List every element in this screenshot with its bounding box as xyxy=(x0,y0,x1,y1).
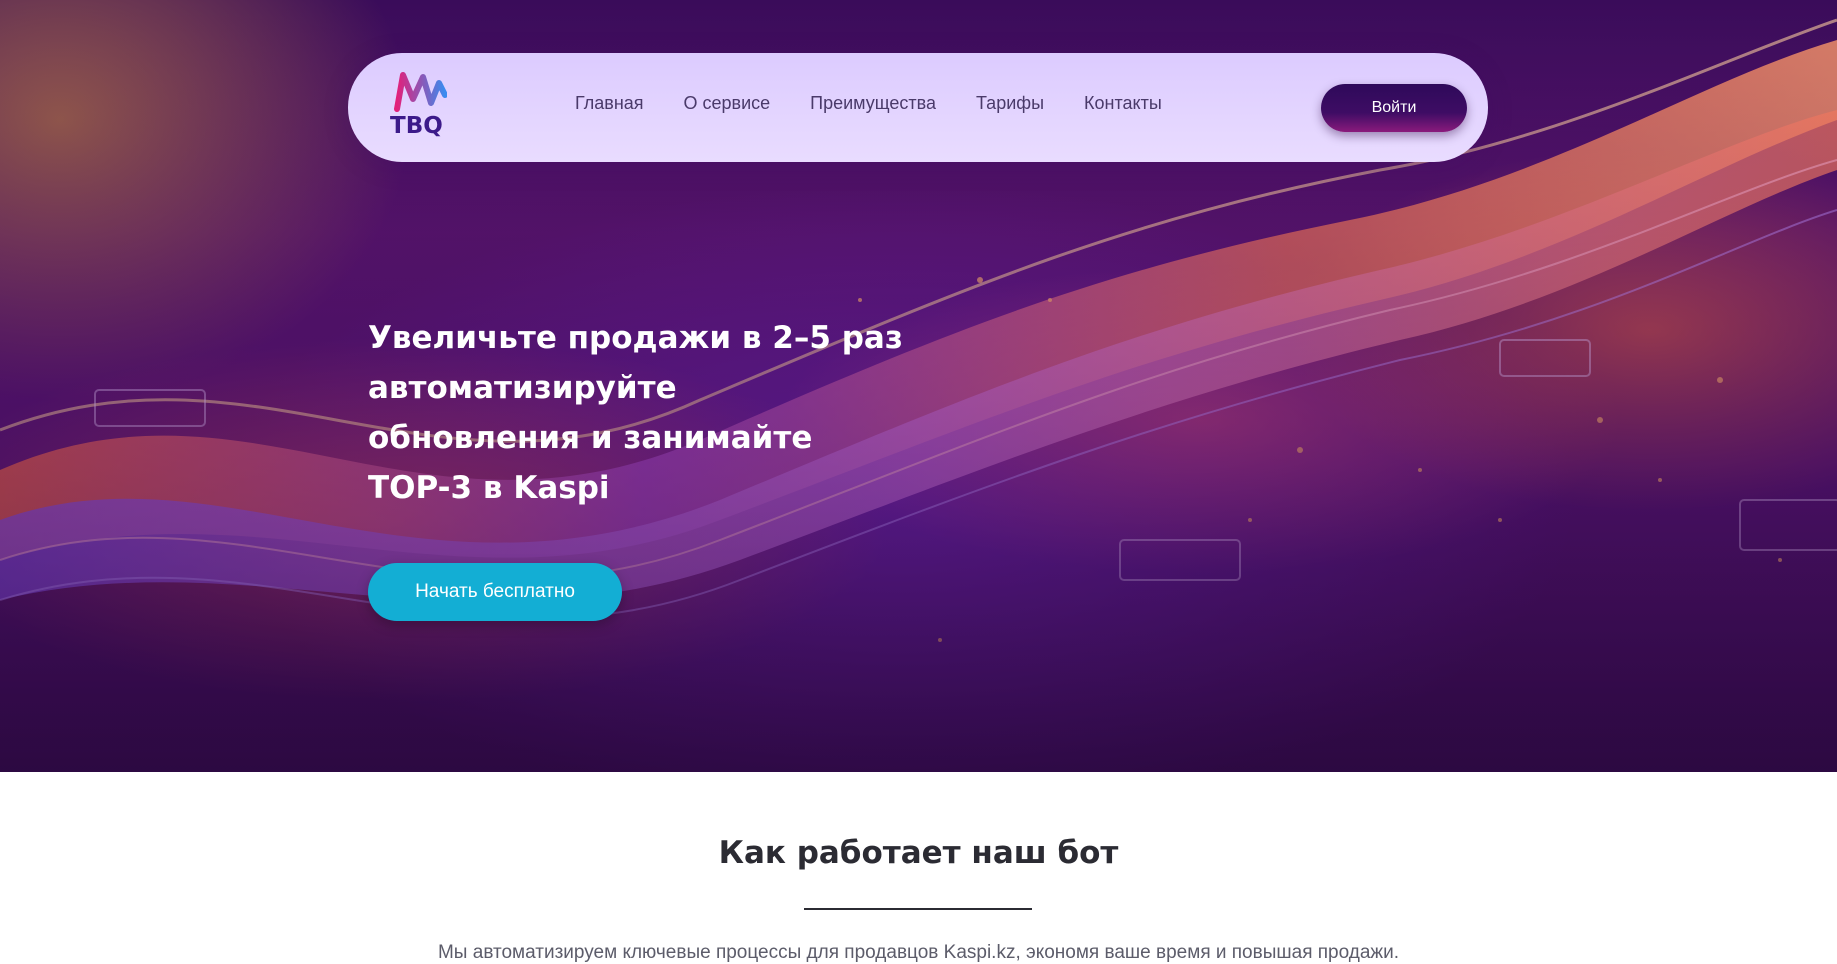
navbar: TBQ Главная О сервисе Преимущества Тариф… xyxy=(348,53,1488,162)
nav-item-advantages[interactable]: Преимущества xyxy=(810,93,936,114)
main-nav: Главная О сервисе Преимущества Тарифы Ко… xyxy=(575,93,1162,114)
hero-title-line: обновления и занимайте xyxy=(368,420,813,456)
hero-title-line: TOP-3 в Kaspi xyxy=(368,470,610,506)
hero-title-line: автоматизируйте xyxy=(368,370,677,406)
section-description: Мы автоматизируем ключевые процессы для … xyxy=(437,942,1400,963)
hero-section: TBQ Главная О сервисе Преимущества Тариф… xyxy=(0,0,1837,772)
hero-title-line: Увеличьте продажи в 2–5 раз xyxy=(368,320,903,356)
logo-wave-icon xyxy=(394,72,447,112)
start-free-button[interactable]: Начать бесплатно xyxy=(368,563,622,621)
logo[interactable]: TBQ xyxy=(390,69,450,147)
nav-item-home[interactable]: Главная xyxy=(575,93,644,114)
login-button[interactable]: Войти xyxy=(1321,84,1467,132)
logo-text: TBQ xyxy=(390,113,443,139)
nav-item-pricing[interactable]: Тарифы xyxy=(976,93,1044,114)
section-divider xyxy=(804,908,1032,910)
nav-item-contacts[interactable]: Контакты xyxy=(1084,93,1162,114)
hero-title: Увеличьте продажи в 2–5 раз автоматизиру… xyxy=(368,313,968,513)
nav-item-about[interactable]: О сервисе xyxy=(684,93,771,114)
section-title: Как работает наш бот xyxy=(718,835,1119,871)
